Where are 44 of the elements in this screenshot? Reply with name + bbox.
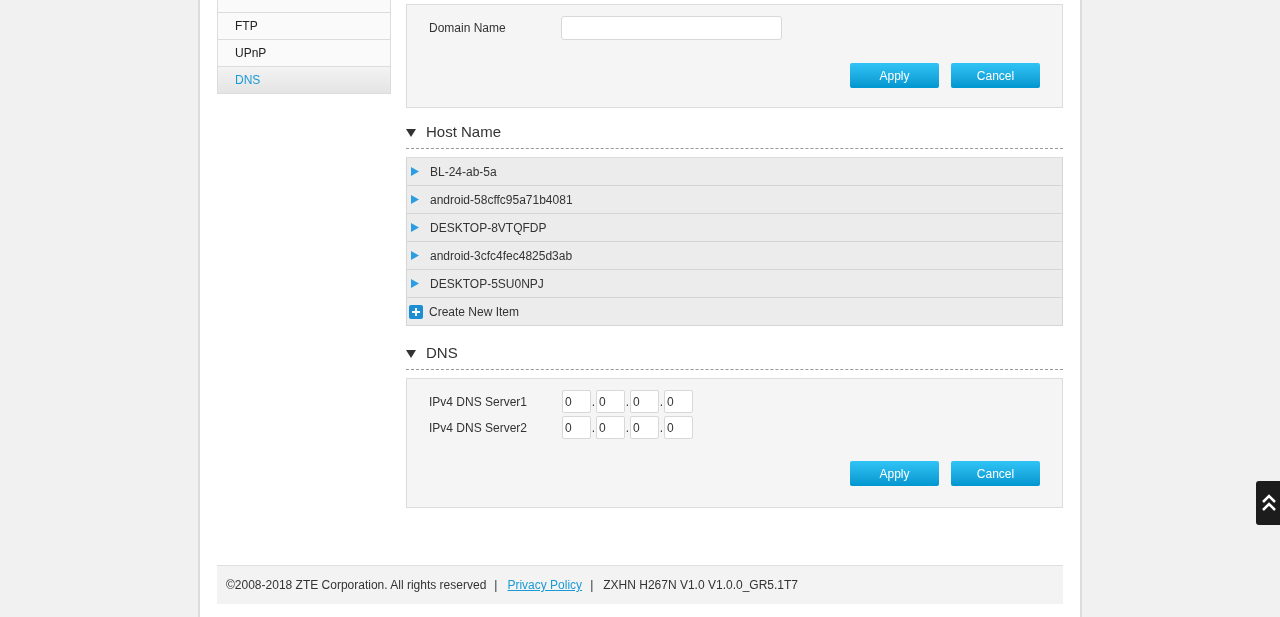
triangle-down-icon — [406, 349, 416, 358]
separator-text: | — [590, 577, 594, 594]
octet-field[interactable]: 0 — [596, 390, 625, 413]
octet-field[interactable]: 0 — [630, 416, 659, 439]
octet-field[interactable]: 0 — [630, 390, 659, 413]
octet-field[interactable]: 0 — [596, 416, 625, 439]
host-row[interactable]: android-58cffc95a71b4081 — [406, 186, 1063, 214]
dot-text: . — [591, 393, 596, 411]
dot-text: . — [591, 419, 596, 437]
scroll-to-top-button[interactable] — [1256, 481, 1280, 525]
triangle-right-icon — [411, 167, 419, 176]
domain-name-field[interactable] — [561, 16, 782, 40]
triangle-down-icon — [406, 128, 416, 137]
host-row[interactable]: DESKTOP-5SU0NPJ — [406, 270, 1063, 298]
triangle-right-icon — [411, 223, 419, 232]
dot-text: . — [659, 419, 664, 437]
triangle-right-icon — [411, 279, 419, 288]
octet-field[interactable]: 0 — [664, 416, 693, 439]
section-toggle[interactable]: DNS — [406, 342, 458, 365]
octet-field[interactable]: 0 — [562, 416, 591, 439]
double-chevron-up-icon — [1261, 493, 1277, 513]
field-label: IPv4 DNS Server1 — [429, 393, 529, 411]
version-text: ZXHN H267N V1.0 V1.0.0_GR5.1T7 — [603, 577, 798, 594]
octet-field[interactable]: 0 — [664, 390, 693, 413]
field-label: IPv4 DNS Server2 — [429, 419, 529, 437]
triangle-right-icon — [411, 251, 419, 260]
section-toggle[interactable]: Host Name — [406, 121, 502, 144]
copyright-text: ©2008-2018 ZTE Corporation. All rights reserved — [226, 577, 487, 594]
host-row[interactable]: BL-24-ab-5a — [406, 158, 1063, 186]
dot-text: . — [625, 393, 630, 411]
section-title: Host Name — [426, 122, 502, 143]
plus-icon — [409, 304, 423, 319]
separator-text: | — [494, 577, 498, 594]
triangle-right-icon — [411, 195, 419, 204]
host-row[interactable]: android-3cfc4fec4825d3ab — [406, 242, 1063, 270]
field-label: Domain Name — [429, 20, 507, 37]
dot-text: . — [659, 393, 664, 411]
sidebar-item[interactable]: FTP — [218, 12, 390, 39]
sidebar-item[interactable]: UPnP — [218, 39, 390, 66]
section-title: DNS — [426, 343, 458, 364]
create-new-item-button[interactable]: Create New Item — [406, 298, 1063, 326]
octet-field[interactable]: 0 — [562, 390, 591, 413]
dot-text: . — [625, 419, 630, 437]
host-row[interactable]: DESKTOP-8VTQFDP — [406, 214, 1063, 242]
